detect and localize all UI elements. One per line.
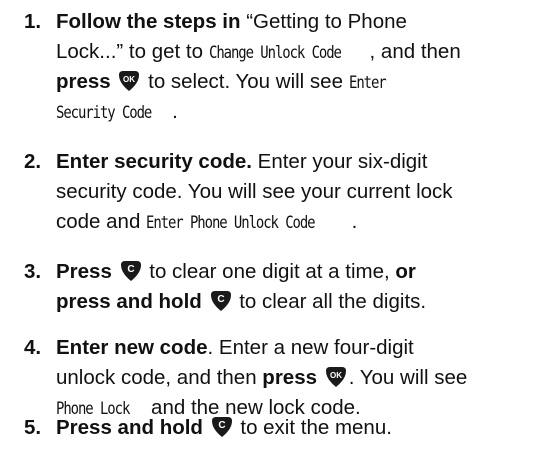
step-line: Press and hold C to exit the menu. <box>56 413 528 443</box>
display-text: Enter <box>348 73 387 93</box>
body-text: Lock...” to get to <box>56 40 209 63</box>
body-text: , and then <box>369 40 461 63</box>
step-line: press OK to select. You will see Enter <box>56 67 528 97</box>
clear-key-icon: C <box>119 259 143 283</box>
body-text: security code. You will see your current… <box>56 180 453 203</box>
bold-text: press <box>56 70 111 93</box>
body-text: . <box>172 100 178 123</box>
body-text <box>317 366 323 389</box>
bold-text: press <box>262 366 318 389</box>
ok-key-icon: OK <box>324 365 348 389</box>
bold-text: Press <box>56 260 112 283</box>
body-text <box>202 290 208 313</box>
bold-text: or <box>395 260 416 283</box>
step-number: 3. <box>24 260 42 283</box>
body-text: unlock code, and then <box>56 366 263 389</box>
step-text: Press C to clear one digit at a time, or… <box>56 257 528 317</box>
step-line: Security Code. <box>56 97 528 127</box>
body-text: . Enter a new four-digit <box>207 336 414 359</box>
bold-text: Enter security code. <box>56 150 252 173</box>
body-text: . <box>351 210 358 233</box>
step-text: Press and hold C to exit the menu. <box>56 413 528 443</box>
bold-text: Enter new code <box>56 336 208 359</box>
key-label: C <box>127 264 134 275</box>
body-text: to select. You will see <box>142 70 349 93</box>
key-label: OK <box>330 371 342 380</box>
body-text <box>111 70 117 93</box>
step-line: Enter security code. Enter your six-digi… <box>56 147 528 177</box>
key-label: C <box>218 420 225 431</box>
body-text: to clear all the digits. <box>233 290 427 313</box>
body-text: “Getting to Phone <box>240 10 407 33</box>
display-text: Change Unlock Code <box>208 43 342 63</box>
bold-text: Press and hold <box>56 416 203 439</box>
body-text: to clear one digit at a time, <box>143 260 396 283</box>
body-text <box>203 416 209 439</box>
body-text: Enter your six-digit <box>251 150 428 173</box>
display-text: Enter Phone Unlock Code <box>146 213 316 233</box>
step-number: 2. <box>24 150 42 173</box>
step-number: 5. <box>24 416 42 439</box>
body-text: code and <box>56 210 147 233</box>
step-line: Press C to clear one digit at a time, or <box>56 257 528 287</box>
display-text: Security Code <box>56 103 152 123</box>
step-line: Enter new code. Enter a new four-digit <box>56 333 528 363</box>
clear-key-icon: C <box>209 289 233 313</box>
body-text <box>112 260 118 283</box>
step-text: Follow the steps in “Getting to Phone Loc… <box>56 7 528 127</box>
step-line: Follow the steps in “Getting to Phone <box>56 7 528 37</box>
step-line: security code. You will see your current… <box>56 177 528 207</box>
key-label: OK <box>123 75 135 84</box>
step-number: 4. <box>24 336 42 359</box>
body-text: . You will see <box>348 366 468 389</box>
key-label: C <box>217 294 224 305</box>
body-text: to exit the menu. <box>234 416 392 439</box>
step-line: code and Enter Phone Unlock Code. <box>56 207 528 237</box>
step-line: Lock...” to get to Change Unlock Code , a… <box>56 37 528 67</box>
step-line: unlock code, and then press OK . You will… <box>56 363 528 393</box>
bold-text: Follow the steps in <box>56 10 241 33</box>
step-line: press and hold C to clear all the digits… <box>56 287 528 317</box>
step-text: Enter security code. Enter your six-digi… <box>56 147 528 237</box>
bold-text: press and hold <box>56 290 202 313</box>
step-text: Enter new code. Enter a new four-digit un… <box>56 333 528 423</box>
clear-key-icon: C <box>210 415 234 439</box>
step-number: 1. <box>24 10 42 33</box>
ok-key-icon: OK <box>117 69 141 93</box>
